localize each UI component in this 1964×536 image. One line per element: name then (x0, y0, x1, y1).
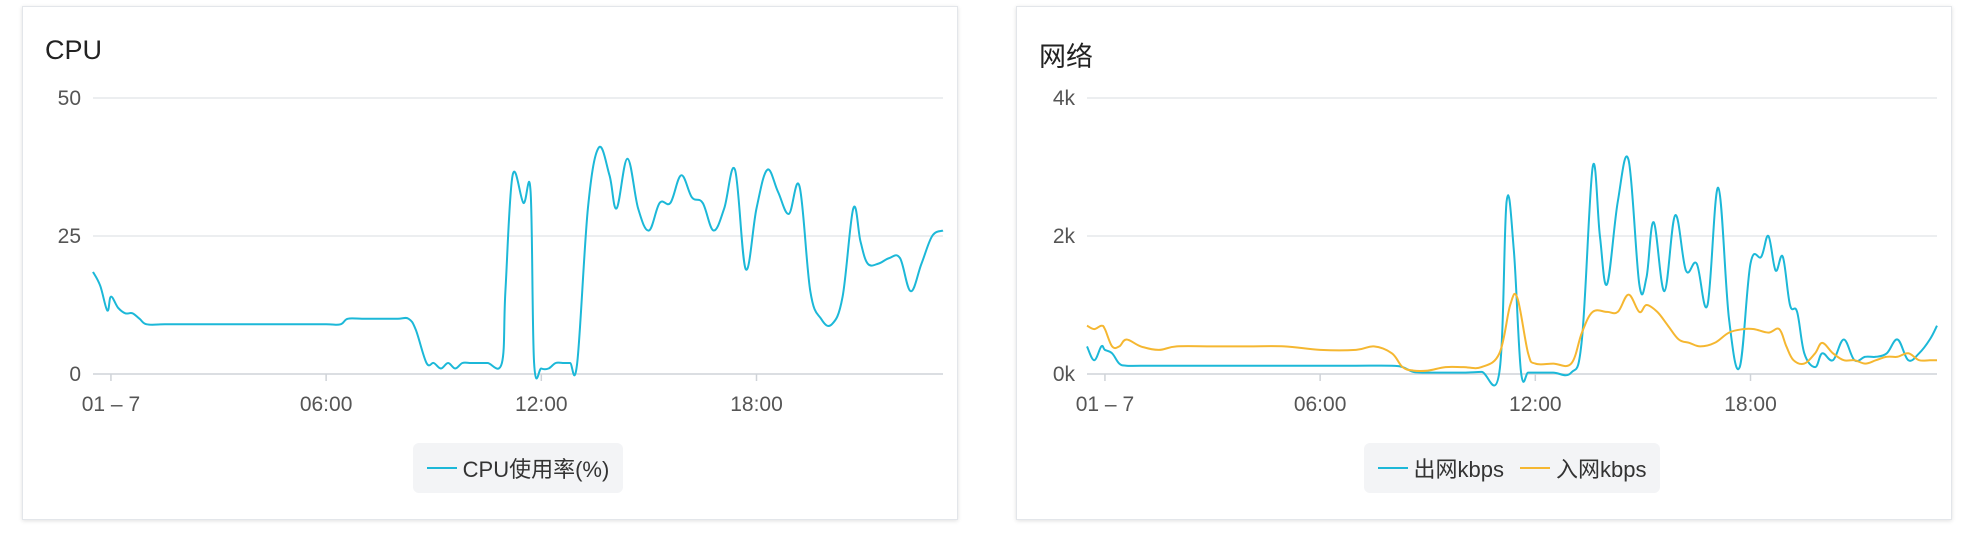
network-panel: 网络 4k 2k 0k 01 – 7 06:00 12:00 18:00 出网kbps 入网k… (1016, 6, 1952, 520)
x-tick-label: 18:00 (730, 393, 783, 416)
legend-item-0[interactable]: 出网kbps (1377, 452, 1504, 484)
y-tick-label: 0 (69, 363, 81, 386)
legend-label: CPU使用率(%) (462, 457, 610, 482)
y-tick-label: 2k (1053, 225, 1076, 248)
legend-swatch (426, 467, 457, 469)
y-tick-label: 0k (1053, 363, 1076, 386)
y-tick-label: 4k (1053, 87, 1076, 110)
y-tick-label: 25 (58, 225, 81, 248)
legend-label: 入网kbps (1556, 457, 1647, 482)
x-tick-label: 06:00 (300, 393, 353, 416)
x-tick-label: 06:00 (1294, 393, 1347, 416)
legend-item-1[interactable]: 入网kbps (1520, 452, 1646, 484)
legend-label: 出网kbps (1413, 457, 1504, 482)
legend-swatch (1377, 467, 1408, 469)
series-line-1 (1086, 292, 1937, 373)
series-line-0 (1086, 155, 1938, 387)
network-legend: 出网kbps 入网kbps (1363, 443, 1661, 493)
legend-item-0[interactable]: CPU使用率(%) (426, 452, 610, 484)
cpu-legend: CPU使用率(%) (412, 443, 624, 493)
legend-swatch (1520, 467, 1550, 469)
x-tick-label: 01 – 7 (1076, 393, 1134, 416)
cpu-panel: CPU 50 25 0 01 – 7 06:00 12:00 18:00 CPU使用率(%) (22, 6, 958, 520)
x-tick-label: 12:00 (1509, 393, 1562, 416)
x-tick-label: 12:00 (515, 393, 568, 416)
x-tick-label: 01 – 7 (82, 393, 140, 416)
x-tick-label: 18:00 (1724, 393, 1777, 416)
series-line-0 (92, 145, 944, 380)
y-tick-label: 50 (58, 87, 81, 110)
